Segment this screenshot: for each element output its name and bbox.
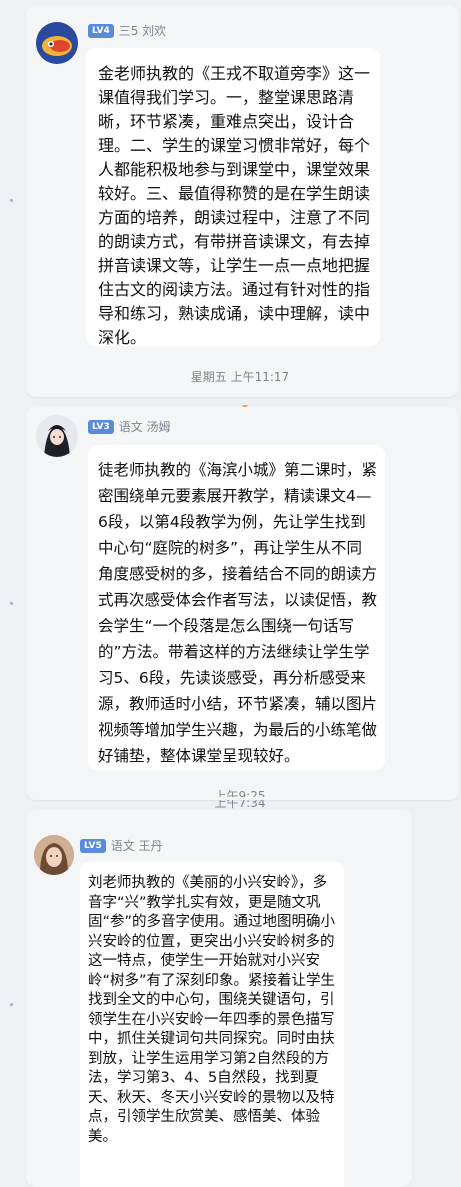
message-bubble[interactable]: 刘老师执教的《美丽的小兴安岭》，多音字“兴”教学扎实有效，更是随文巩固“参”的多… xyxy=(80,862,344,1187)
avatar[interactable] xyxy=(36,415,78,457)
author-name[interactable]: 三5 刘欢 xyxy=(119,22,166,39)
author-meta: LV4 三5 刘欢 xyxy=(88,22,166,39)
avatar[interactable] xyxy=(34,835,74,875)
author-name[interactable]: 语文 汤姆 xyxy=(119,418,171,435)
message-bubble[interactable]: 徒老师执教的《海滨小城》第二课时，紧密围绕单元要素展开教学，精读课文4—6段，以… xyxy=(88,445,385,770)
avatar[interactable] xyxy=(36,22,78,64)
message-text: 徒老师执教的《海滨小城》第二课时，紧密围绕单元要素展开教学，精读课文4—6段，以… xyxy=(98,461,378,765)
level-badge: LV5 xyxy=(80,838,106,853)
author-meta: LV5 语文 王丹 xyxy=(80,837,163,854)
message-bubble[interactable]: 金老师执教的《王戎不取道旁李》这一课值得我们学习。一，整堂课思路清晰，环节紧凑，… xyxy=(86,48,380,347)
message-time: 上午9:25 xyxy=(214,789,266,797)
message-text: 刘老师执教的《美丽的小兴安岭》，多音字“兴”教学扎实有效，更是随文巩固“参”的多… xyxy=(88,875,336,1145)
card-handle-dot[interactable] xyxy=(10,602,13,605)
message-time: 星期五 上午11:17 xyxy=(190,370,290,384)
message-text: 金老师执教的《王戎不取道旁李》这一课值得我们学习。一，整堂课思路清晰，环节紧凑，… xyxy=(98,64,371,347)
level-badge: LV3 xyxy=(88,419,114,434)
card-handle-dot[interactable] xyxy=(10,199,13,202)
level-badge: LV4 xyxy=(88,23,114,38)
author-name[interactable]: 语文 王丹 xyxy=(111,837,163,854)
card-handle-dot[interactable] xyxy=(10,1003,13,1006)
author-meta: LV3 语文 汤姆 xyxy=(88,418,171,435)
